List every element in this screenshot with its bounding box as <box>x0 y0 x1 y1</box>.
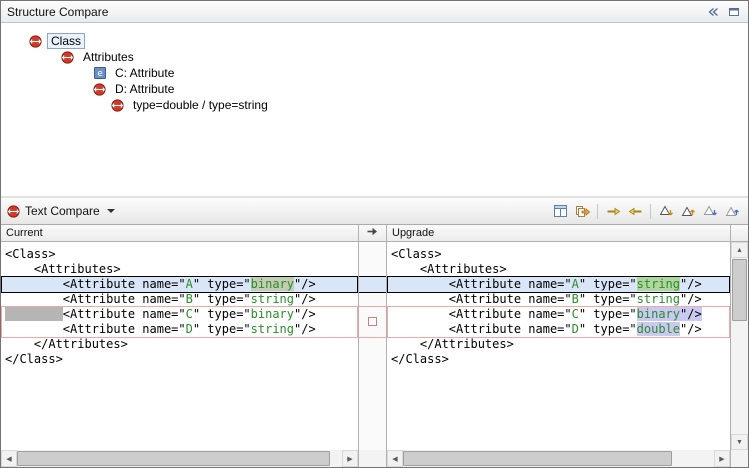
header-filler <box>731 225 748 242</box>
right-pane-title: Upgrade <box>392 227 434 239</box>
copy-all-nonconflicting-icon[interactable] <box>572 201 592 221</box>
scroll-left-arrow-icon[interactable]: ◀ <box>387 450 403 467</box>
tree-item-label: D: Attribute <box>111 81 178 97</box>
pane-headers-row: Current Upgrade <box>1 225 748 242</box>
code-line: <Attribute name="A" type="string"/> <box>387 277 730 292</box>
vertical-scroll-thumb[interactable] <box>732 259 747 321</box>
tree-item-c-attribute[interactable]: e C: Attribute <box>1 65 748 81</box>
code-line: <Attributes> <box>387 262 730 277</box>
compare-editor-window: Structure Compare ClassAttributes e C: Att… <box>0 0 749 468</box>
scrollbar-corner <box>731 450 748 467</box>
code-line: <Class> <box>387 247 730 262</box>
left-code-pane[interactable]: <Class> <Attributes> <Attribute name="A"… <box>1 242 359 450</box>
text-compare-panel: Text Compare Current Upgrade <Class> <At… <box>1 198 748 467</box>
right-pane-header: Upgrade <box>387 225 731 242</box>
code-line: <Attribute name="C" type="binary"/> <box>387 307 730 322</box>
maximize-icon[interactable] <box>725 4 742 20</box>
diff-gutter <box>359 242 387 450</box>
tree-item-label: type=double / type=string <box>129 97 272 113</box>
tree-item-attributes[interactable]: Attributes <box>1 49 748 65</box>
code-line: </Class> <box>1 352 358 367</box>
vertical-scrollbar[interactable]: ▲ ▼ <box>731 242 748 450</box>
conflict-change-icon <box>93 83 106 96</box>
code-line: <Attributes> <box>1 262 358 277</box>
svg-text:e: e <box>97 69 103 79</box>
copy-all-left-to-right-icon[interactable] <box>603 201 623 221</box>
conflict-change-icon <box>111 99 124 112</box>
compare-body: <Class> <Attributes> <Attribute name="A"… <box>1 242 748 450</box>
left-horizontal-scroll-thumb[interactable] <box>17 451 330 466</box>
structure-tree: ClassAttributes e C: AttributeD: Attribute… <box>1 23 748 196</box>
conflict-change-icon <box>29 35 42 48</box>
scroll-right-arrow-icon[interactable]: ▶ <box>714 450 730 467</box>
compare-toolbar <box>550 201 742 221</box>
code-line: <Attribute name="A" type="binary"/> <box>1 277 358 292</box>
tree-item-label: Attributes <box>79 49 138 65</box>
conflict-connector-bottom <box>359 337 386 338</box>
dropdown-caret-icon[interactable] <box>107 209 115 213</box>
direction-arrow-icon <box>366 226 379 240</box>
element-icon: e <box>93 67 106 80</box>
scroll-left-arrow-icon[interactable]: ◀ <box>1 450 17 467</box>
structure-compare-panel: Structure Compare ClassAttributes e C: Att… <box>1 1 748 196</box>
conflict-change-icon <box>7 205 20 218</box>
conflict-connector-top <box>359 306 386 307</box>
right-horizontal-scrollbar[interactable]: ◀ ▶ <box>387 450 731 467</box>
toolbar-separator <box>650 204 651 219</box>
tree-item-type-double-type-string[interactable]: type=double / type=string <box>1 97 748 113</box>
left-pane-title: Current <box>6 227 43 239</box>
right-code-pane[interactable]: <Class> <Attributes> <Attribute name="A"… <box>387 242 731 450</box>
code-line: <Class> <box>1 247 358 262</box>
left-pane-header: Current <box>1 225 359 242</box>
structure-compare-title: Structure Compare <box>7 5 108 19</box>
toolbar-separator <box>597 204 598 219</box>
change-handle[interactable] <box>368 317 377 326</box>
left-horizontal-scrollbar[interactable]: ◀ ▶ <box>1 450 359 467</box>
code-line: </Attributes> <box>387 337 730 352</box>
text-compare-header: Text Compare <box>1 198 748 225</box>
gutter-header <box>359 225 387 242</box>
horizontal-scroll-row: ◀ ▶ ◀ ▶ <box>1 450 748 467</box>
code-line: </Attributes> <box>1 337 358 352</box>
previous-difference-icon[interactable] <box>678 201 698 221</box>
scroll-right-arrow-icon[interactable]: ▶ <box>342 450 358 467</box>
code-line: <Attribute name="B" type="string"/> <box>387 292 730 307</box>
tree-item-label: Class <box>47 33 85 49</box>
code-line: <Attribute name="D" type="string"/> <box>1 322 358 337</box>
structure-header-icons <box>704 4 742 20</box>
next-difference-icon[interactable] <box>656 201 676 221</box>
conflict-change-icon <box>61 51 74 64</box>
scroll-gap <box>359 450 387 467</box>
code-line: <Attribute name="C" type="binary"/> <box>1 307 358 322</box>
minimize-icon[interactable] <box>704 4 721 20</box>
text-compare-title: Text Compare <box>25 204 100 218</box>
next-change-icon[interactable] <box>700 201 720 221</box>
tree-item-label: C: Attribute <box>111 65 178 81</box>
code-line: <Attribute name="D" type="double"/> <box>387 322 730 337</box>
scroll-down-arrow-icon[interactable]: ▼ <box>731 434 748 450</box>
scroll-up-arrow-icon[interactable]: ▲ <box>731 242 748 258</box>
ancestor-pane-icon[interactable] <box>550 201 570 221</box>
previous-change-icon[interactable] <box>722 201 742 221</box>
copy-all-right-to-left-icon[interactable] <box>625 201 645 221</box>
selected-diff-connector <box>359 276 386 293</box>
code-line: <Attribute name="B" type="string"/> <box>1 292 358 307</box>
code-line: </Class> <box>387 352 730 367</box>
tree-item-d-attribute[interactable]: D: Attribute <box>1 81 748 97</box>
structure-compare-header: Structure Compare <box>1 1 748 23</box>
right-horizontal-scroll-thumb[interactable] <box>403 451 672 466</box>
tree-item-class[interactable]: Class <box>1 33 748 49</box>
